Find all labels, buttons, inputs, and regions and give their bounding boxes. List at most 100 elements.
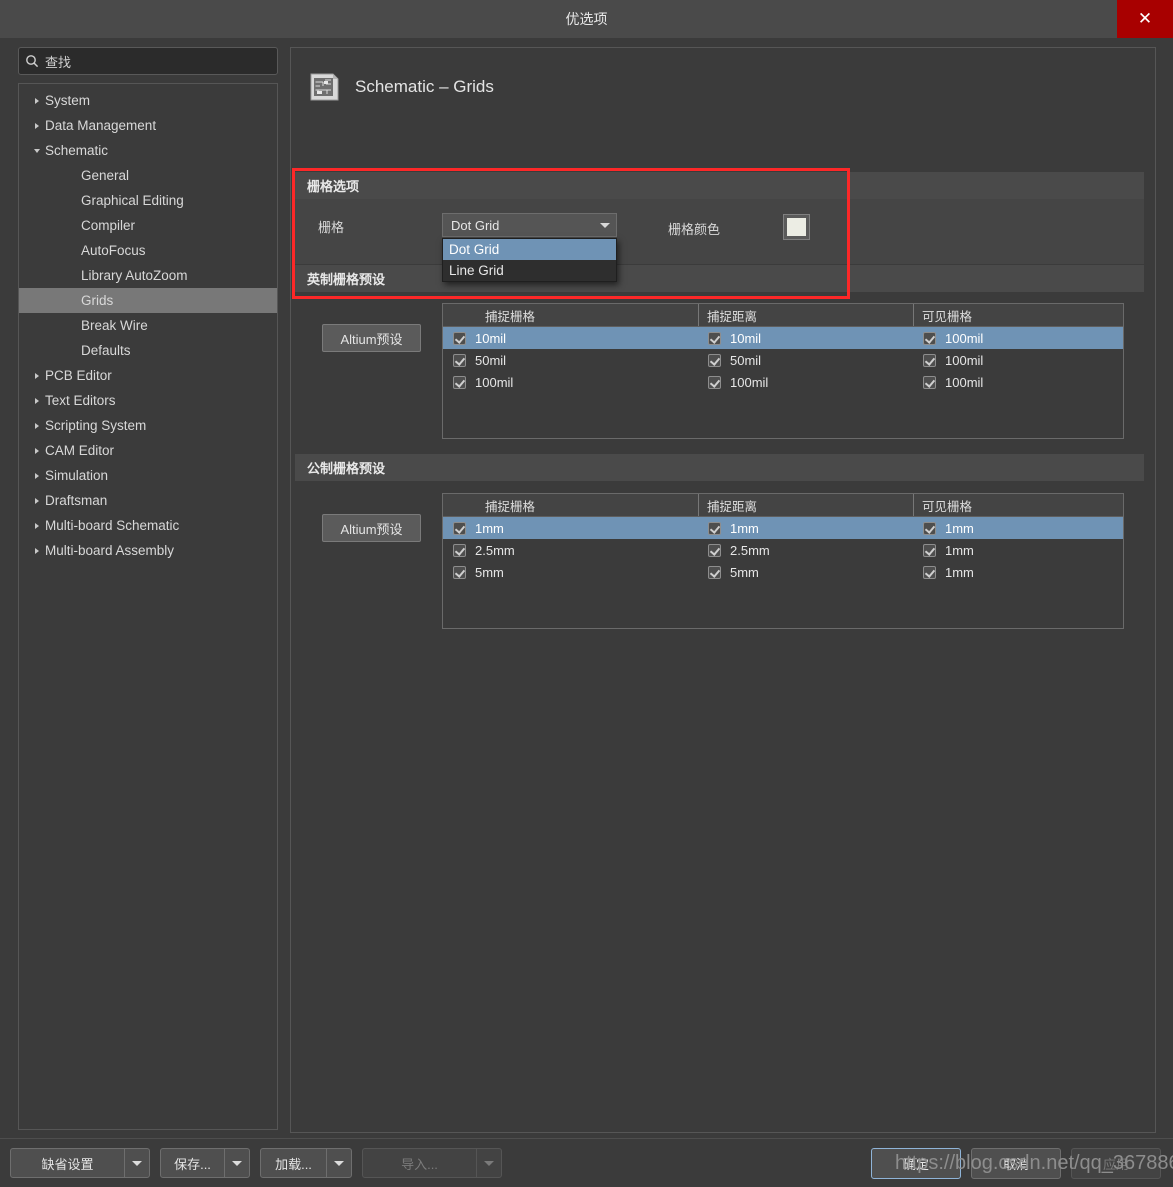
defaults-button[interactable]: 缺省设置	[11, 1149, 124, 1177]
chevron-right-icon[interactable]	[29, 547, 45, 554]
cell-value: 100mil	[945, 330, 984, 346]
sidebar-item-simulation[interactable]: Simulation	[19, 463, 277, 488]
chevron-right-icon[interactable]	[29, 497, 45, 504]
table-header-row: 捕捉栅格 捕捉距离 可见栅格	[443, 494, 1123, 517]
column-header[interactable]: 捕捉距离	[698, 304, 913, 326]
checkbox-checked-icon[interactable]	[708, 565, 721, 579]
save-button[interactable]: 保存...	[161, 1149, 224, 1177]
dropdown-option[interactable]: Dot Grid	[443, 239, 616, 260]
checkbox-checked-icon[interactable]	[708, 375, 721, 389]
label-grid-color: 栅格颜色	[668, 222, 721, 237]
sidebar-item-schematic[interactable]: Schematic	[19, 138, 277, 163]
checkbox-checked-icon[interactable]	[453, 331, 466, 345]
cell-value: 100mil	[945, 374, 984, 390]
chevron-right-icon[interactable]	[29, 372, 45, 379]
grid-type-dropdown-list[interactable]: Dot Grid Line Grid	[442, 238, 617, 282]
table-row[interactable]: 100mil 100mil 100mil	[443, 371, 1123, 393]
column-header[interactable]: 可见栅格	[913, 494, 1123, 516]
sidebar-item-multi-board-schematic[interactable]: Multi-board Schematic	[19, 513, 277, 538]
checkbox-checked-icon[interactable]	[708, 331, 721, 345]
close-button[interactable]: ✕	[1117, 0, 1173, 38]
checkbox-checked-icon[interactable]	[923, 353, 936, 367]
chevron-right-icon[interactable]	[29, 122, 45, 129]
sidebar-item-break-wire[interactable]: Break Wire	[19, 313, 277, 338]
metric-preset-table[interactable]: 捕捉栅格 捕捉距离 可见栅格 1mm 1mm 1mm 2.5mm 2.5mm 1mm 5mm 5mm…	[442, 493, 1124, 629]
grid-color-swatch[interactable]	[783, 214, 810, 240]
table-cell-snap-distance: 2.5mm	[698, 539, 913, 561]
settings-tree[interactable]: System Data Management Schematic General Gra…	[18, 83, 278, 1130]
table-row[interactable]: 5mm 5mm 1mm	[443, 561, 1123, 583]
table-cell-snap-distance: 5mm	[698, 561, 913, 583]
checkbox-checked-icon[interactable]	[453, 375, 466, 389]
defaults-dropdown-arrow-icon[interactable]	[124, 1149, 149, 1177]
sidebar-item-defaults[interactable]: Defaults	[19, 338, 277, 363]
cancel-button[interactable]: 取消	[971, 1148, 1061, 1179]
column-header[interactable]: 捕捉距离	[698, 494, 913, 516]
save-split-button[interactable]: 保存...	[160, 1148, 250, 1178]
chevron-right-icon[interactable]	[29, 522, 45, 529]
grid-type-select[interactable]: Dot Grid	[442, 213, 617, 237]
cell-value: 5mm	[475, 564, 504, 580]
section-header-grid-options: 栅格选项	[295, 172, 1144, 199]
checkbox-checked-icon[interactable]	[923, 521, 936, 535]
metric-altium-preset-button[interactable]: Altium预设	[322, 514, 421, 542]
sidebar-item-text-editors[interactable]: Text Editors	[19, 388, 277, 413]
chevron-right-icon[interactable]	[29, 422, 45, 429]
column-header[interactable]: 可见栅格	[913, 304, 1123, 326]
sidebar-item-scripting-system[interactable]: Scripting System	[19, 413, 277, 438]
grid-color-preview	[787, 218, 806, 236]
imperial-altium-preset-button[interactable]: Altium预设	[322, 324, 421, 352]
table-row[interactable]: 2.5mm 2.5mm 1mm	[443, 539, 1123, 561]
checkbox-checked-icon[interactable]	[923, 375, 936, 389]
chevron-right-icon[interactable]	[29, 447, 45, 454]
checkbox-checked-icon[interactable]	[708, 521, 721, 535]
dropdown-option[interactable]: Line Grid	[443, 260, 616, 281]
checkbox-checked-icon[interactable]	[708, 353, 721, 367]
table-row[interactable]: 50mil 50mil 100mil	[443, 349, 1123, 371]
cell-value: 100mil	[475, 374, 514, 390]
sidebar-item-system[interactable]: System	[19, 88, 277, 113]
load-button[interactable]: 加载...	[261, 1149, 326, 1177]
sidebar-item-general[interactable]: General	[19, 163, 277, 188]
sidebar-item-data-management[interactable]: Data Management	[19, 113, 277, 138]
load-dropdown-arrow-icon[interactable]	[326, 1149, 351, 1177]
load-split-button[interactable]: 加载...	[260, 1148, 352, 1178]
sidebar-item-label: CAM Editor	[45, 443, 115, 458]
sidebar-item-library-autozoom[interactable]: Library AutoZoom	[19, 263, 277, 288]
sidebar-item-grids[interactable]: Grids	[19, 288, 277, 313]
checkbox-checked-icon[interactable]	[923, 543, 936, 557]
checkbox-checked-icon[interactable]	[923, 565, 936, 579]
chevron-right-icon[interactable]	[29, 397, 45, 404]
checkbox-checked-icon[interactable]	[923, 331, 936, 345]
checkbox-checked-icon[interactable]	[708, 543, 721, 557]
table-cell-visible-grid: 100mil	[913, 327, 1123, 349]
checkbox-checked-icon[interactable]	[453, 521, 466, 535]
label-grid: 栅格	[318, 220, 345, 235]
sidebar-item-pcb-editor[interactable]: PCB Editor	[19, 363, 277, 388]
column-header[interactable]: 捕捉栅格	[443, 494, 698, 516]
chevron-right-icon[interactable]	[29, 472, 45, 479]
sidebar-item-graphical-editing[interactable]: Graphical Editing	[19, 188, 277, 213]
ok-button[interactable]: 确定	[871, 1148, 961, 1179]
defaults-split-button[interactable]: 缺省设置	[10, 1148, 150, 1178]
search-input[interactable]: 查找	[18, 47, 278, 75]
chevron-right-icon[interactable]	[29, 97, 45, 104]
sidebar-item-label: Grids	[81, 293, 114, 308]
imperial-preset-table[interactable]: 捕捉栅格 捕捉距离 可见栅格 10mil 10mil 100mil 50mil 50mil 10…	[442, 303, 1124, 439]
chevron-down-icon[interactable]	[29, 148, 45, 153]
sidebar-item-autofocus[interactable]: AutoFocus	[19, 238, 277, 263]
checkbox-checked-icon[interactable]	[453, 565, 466, 579]
checkbox-checked-icon[interactable]	[453, 353, 466, 367]
sidebar-item-multi-board-assembly[interactable]: Multi-board Assembly	[19, 538, 277, 563]
cell-value: 100mil	[730, 374, 769, 390]
sidebar-item-cam-editor[interactable]: CAM Editor	[19, 438, 277, 463]
column-header[interactable]: 捕捉栅格	[443, 304, 698, 326]
sidebar-item-draftsman[interactable]: Draftsman	[19, 488, 277, 513]
cell-value: 5mm	[730, 564, 759, 580]
checkbox-checked-icon[interactable]	[453, 543, 466, 557]
save-dropdown-arrow-icon[interactable]	[224, 1149, 249, 1177]
table-cell-snap-grid: 100mil	[443, 371, 698, 393]
sidebar-item-compiler[interactable]: Compiler	[19, 213, 277, 238]
table-row[interactable]: 1mm 1mm 1mm	[443, 517, 1123, 539]
table-row[interactable]: 10mil 10mil 100mil	[443, 327, 1123, 349]
